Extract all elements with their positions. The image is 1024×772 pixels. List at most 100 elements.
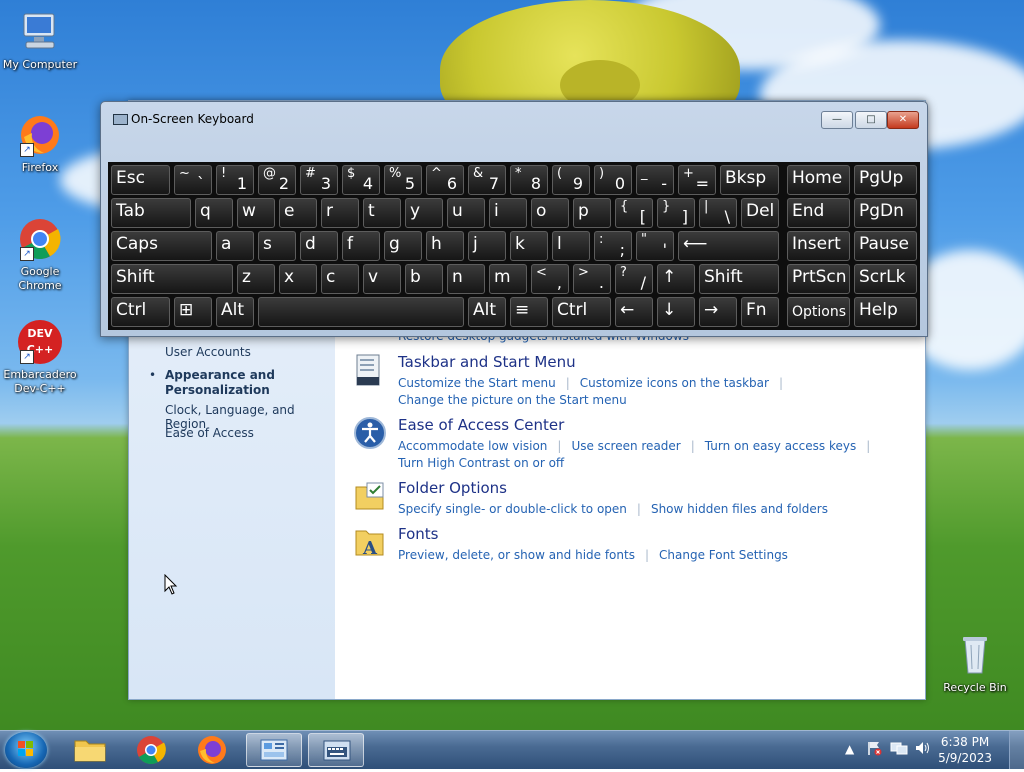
link-change-start-picture[interactable]: Change the picture on the Start menu: [398, 393, 627, 407]
key-symbol[interactable]: ←: [615, 297, 653, 327]
desktop-icon-recycle-bin[interactable]: Recycle Bin: [935, 633, 1015, 695]
nav-user-accounts[interactable]: User Accounts: [165, 345, 251, 359]
key-scrlk[interactable]: ScrLk: [854, 264, 917, 294]
link-easy-access-keys[interactable]: Turn on easy access keys: [705, 439, 856, 453]
key-symbol[interactable]: " ': [636, 231, 674, 261]
key-symbol[interactable]: ↓: [657, 297, 695, 327]
key-bksp[interactable]: Bksp: [720, 165, 779, 195]
key-f[interactable]: f: [342, 231, 380, 261]
key-insert[interactable]: Insert: [787, 231, 850, 261]
key-symbol[interactable]: ⊞: [174, 297, 212, 327]
key-1[interactable]: ! 1: [216, 165, 254, 195]
key-symbol[interactable]: ≡: [510, 297, 548, 327]
key-symbol[interactable]: >.: [573, 264, 611, 294]
key-fn[interactable]: Fn: [741, 297, 779, 327]
key-caps[interactable]: Caps: [111, 231, 212, 261]
key-q[interactable]: q: [195, 198, 233, 228]
link-use-screen-reader[interactable]: Use screen reader: [571, 439, 680, 453]
key-esc[interactable]: Esc: [111, 165, 170, 195]
key-alt[interactable]: Alt: [216, 297, 254, 327]
key-symbol[interactable]: ⟵: [678, 231, 779, 261]
key-tab[interactable]: Tab: [111, 198, 191, 228]
link-change-font-settings[interactable]: Change Font Settings: [659, 548, 788, 562]
key-i[interactable]: i: [489, 198, 527, 228]
close-button[interactable]: ✕: [887, 111, 919, 129]
key-symbol[interactable]: + =: [678, 165, 716, 195]
category-title[interactable]: Taskbar and Start Menu: [398, 353, 576, 371]
key-3[interactable]: #3: [300, 165, 338, 195]
key-p[interactable]: p: [573, 198, 611, 228]
key-5[interactable]: % 5: [384, 165, 422, 195]
key-v[interactable]: v: [363, 264, 401, 294]
desktop-icon-devcpp[interactable]: DEV C++ ↗ Embarcadero Dev-C++: [0, 320, 80, 396]
key-symbol[interactable]: :;: [594, 231, 632, 261]
key-2[interactable]: @2: [258, 165, 296, 195]
key-e[interactable]: e: [279, 198, 317, 228]
key-symbol[interactable]: ↑: [657, 264, 695, 294]
key-pause[interactable]: Pause: [854, 231, 917, 261]
network-icon[interactable]: [890, 740, 908, 759]
key-k[interactable]: k: [510, 231, 548, 261]
key-symbol[interactable]: ? /: [615, 264, 653, 294]
key-symbol[interactable]: | \: [699, 198, 737, 228]
nav-ease-of-access[interactable]: Ease of Access: [165, 426, 254, 440]
key-w[interactable]: w: [237, 198, 275, 228]
key-b[interactable]: b: [405, 264, 443, 294]
key-8[interactable]: * 8: [510, 165, 548, 195]
key-shift[interactable]: Shift: [111, 264, 233, 294]
link-high-contrast[interactable]: Turn High Contrast on or off: [398, 456, 564, 470]
key-9[interactable]: (9: [552, 165, 590, 195]
key-c[interactable]: c: [321, 264, 359, 294]
key-7[interactable]: & 7: [468, 165, 506, 195]
key-o[interactable]: o: [531, 198, 569, 228]
desktop-icon-chrome[interactable]: ↗ Google Chrome: [0, 217, 80, 293]
key-z[interactable]: z: [237, 264, 275, 294]
link-single-double-click[interactable]: Specify single- or double-click to open: [398, 502, 627, 516]
volume-icon[interactable]: [914, 740, 932, 759]
key-n[interactable]: n: [447, 264, 485, 294]
key-m[interactable]: m: [489, 264, 527, 294]
link-customize-start-menu[interactable]: Customize the Start menu: [398, 376, 556, 390]
category-title[interactable]: Folder Options: [398, 479, 507, 497]
taskbar-control-panel[interactable]: [246, 733, 302, 767]
key-symbol[interactable]: ~ `: [174, 165, 212, 195]
link-preview-fonts[interactable]: Preview, delete, or show and hide fonts: [398, 548, 635, 562]
key-symbol[interactable]: →: [699, 297, 737, 327]
key-space[interactable]: [258, 297, 464, 327]
key-symbol[interactable]: <,: [531, 264, 569, 294]
key-end[interactable]: End: [787, 198, 850, 228]
key-d[interactable]: d: [300, 231, 338, 261]
key-ctrl[interactable]: Ctrl: [552, 297, 611, 327]
key-r[interactable]: r: [321, 198, 359, 228]
start-button[interactable]: [5, 732, 47, 768]
link-customize-taskbar-icons[interactable]: Customize icons on the taskbar: [580, 376, 769, 390]
taskbar-chrome[interactable]: [123, 733, 179, 767]
key-ctrl[interactable]: Ctrl: [111, 297, 170, 327]
key-0[interactable]: ) 0: [594, 165, 632, 195]
taskbar-on-screen-keyboard[interactable]: [308, 733, 364, 767]
show-hidden-icons-icon[interactable]: ▲: [845, 742, 854, 756]
key-del[interactable]: Del: [741, 198, 779, 228]
key-alt[interactable]: Alt: [468, 297, 506, 327]
key-prtscn[interactable]: PrtScn: [787, 264, 850, 294]
key-a[interactable]: a: [216, 231, 254, 261]
key-options[interactable]: Options: [787, 297, 850, 327]
key-pgdn[interactable]: PgDn: [854, 198, 917, 228]
desktop-icon-my-computer[interactable]: My Computer: [0, 10, 80, 72]
key-s[interactable]: s: [258, 231, 296, 261]
show-desktop-button[interactable]: [1009, 731, 1024, 769]
key-g[interactable]: g: [384, 231, 422, 261]
key-t[interactable]: t: [363, 198, 401, 228]
key-home[interactable]: Home: [787, 165, 850, 195]
key-help[interactable]: Help: [854, 297, 917, 327]
key-h[interactable]: h: [426, 231, 464, 261]
key-x[interactable]: x: [279, 264, 317, 294]
key-symbol[interactable]: {[: [615, 198, 653, 228]
action-center-flag-icon[interactable]: [866, 740, 882, 759]
key-symbol[interactable]: }]: [657, 198, 695, 228]
key-u[interactable]: u: [447, 198, 485, 228]
key-symbol[interactable]: _ -: [636, 165, 674, 195]
nav-appearance-personalization[interactable]: Appearance and Personalization: [165, 368, 315, 398]
desktop-icon-firefox[interactable]: ↗ Firefox: [0, 113, 80, 175]
taskbar-file-explorer[interactable]: [62, 733, 118, 767]
